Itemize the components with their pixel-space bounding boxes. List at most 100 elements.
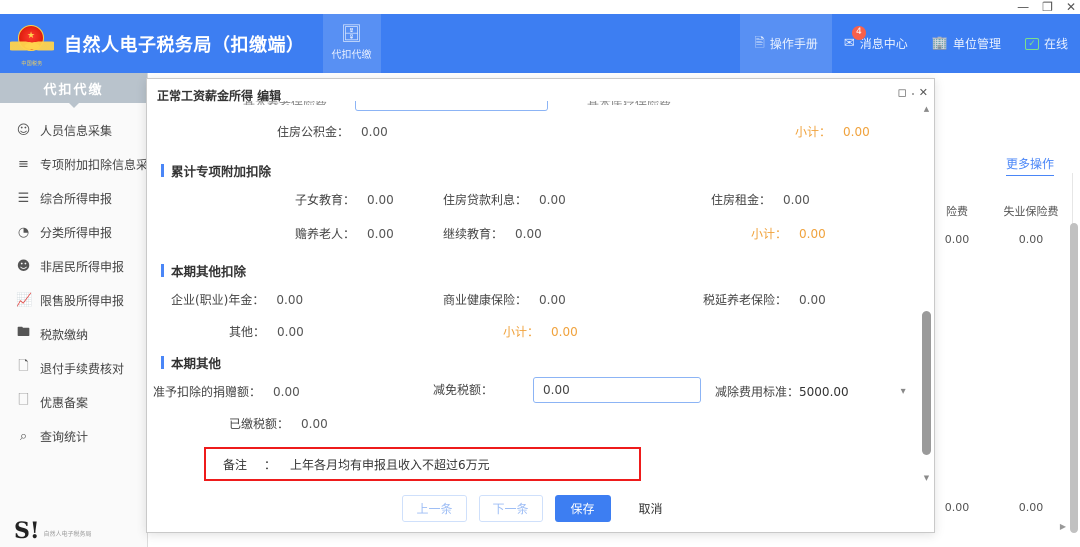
dialog-scrollbar[interactable]: ▲ ▼: [922, 105, 931, 482]
edit-dialog: 正常工资薪金所得 编辑 ◻ ✕ 基本养老保险费 基本医疗保险费 住房公积金 ： …: [146, 78, 935, 533]
sidebar-item-preferential-filing[interactable]: 🗌 优惠备案: [0, 385, 147, 419]
page-scrollbar[interactable]: [1070, 223, 1078, 533]
field-continuing-education: 继续教育 ： 0.00: [443, 226, 542, 242]
field-value: 0.00: [273, 384, 300, 399]
save-button[interactable]: 保存: [554, 494, 611, 522]
application-window: — ❐ ✕ ★ 中国税务 自然人电子税务局（扣缴端） 🗄 代扣代缴 🖹 操作手册…: [0, 0, 1080, 547]
background-table-header: 险费 失业保险费 0.00 0.00: [920, 203, 1080, 246]
footer-mark: S!: [14, 518, 40, 544]
section-bar: [161, 264, 164, 277]
action-unit-label: 单位管理: [952, 37, 1001, 51]
field-label: 小计: [751, 227, 776, 241]
sidebar-item-comprehensive[interactable]: ☰ 综合所得申报: [0, 181, 147, 215]
sidebar-item-nonresident[interactable]: ☻ 非居民所得申报: [0, 249, 147, 283]
sidebar-item-restricted-shares[interactable]: 📈 限售股所得申报: [0, 283, 147, 317]
more-operations-link[interactable]: 更多操作: [1005, 155, 1054, 176]
sidebar-item-fee-refund[interactable]: 🗋 退付手续费核对: [0, 351, 147, 385]
dialog-restore-icon[interactable]: ◻: [898, 86, 907, 99]
table-cell: 0.00: [1018, 501, 1044, 514]
field-deductible-donation: 准予扣除的捐赠额 ： 0.00: [153, 384, 300, 400]
dialog-footer: 上一条 下一条 保存 取消: [147, 484, 934, 532]
action-message-center[interactable]: ✉ 4 消息中心: [832, 14, 920, 73]
clipped-input[interactable]: [355, 101, 548, 111]
footer-text: 自然人电子税务局: [43, 531, 92, 538]
action-online-status[interactable]: ✓ 在线: [1013, 14, 1080, 73]
field-value: 0.00: [276, 292, 304, 307]
clipped-label-right: 基本医疗保险费: [587, 101, 671, 105]
chevron-down-icon[interactable]: ▾: [901, 386, 906, 397]
deduction-standard-select[interactable]: 减除费用标准 ： 5000.00 ▾: [715, 383, 906, 400]
sidebar-item-classified[interactable]: ◔ 分类所得申报: [0, 215, 147, 249]
field-label: 税延养老保险: [703, 293, 776, 307]
field-label: 已缴税额: [229, 417, 278, 431]
field-value: 0.00: [783, 192, 810, 207]
restore-icon[interactable]: ❐: [1042, 0, 1053, 14]
sidebar-item-label: 税款缴纳: [40, 327, 89, 342]
dialog-controls: ◻ ✕: [898, 86, 928, 99]
user-arrow-icon: ☻: [16, 258, 31, 274]
field-label: 小计: [503, 325, 528, 339]
field-value: 0.00: [277, 324, 304, 339]
section-title: 本期其他: [171, 356, 222, 371]
scroll-right-icon[interactable]: ▶: [1060, 522, 1066, 531]
sidebar-item-label: 非居民所得申报: [40, 259, 125, 274]
field-label: 减除费用标准: [715, 385, 788, 399]
sidebar-footer-logo: S! 自然人电子税务局: [14, 518, 92, 544]
sidebar-item-label: 查询统计: [40, 429, 89, 444]
sidebar-item-query-statistics[interactable]: ⌕ 查询统计: [0, 419, 147, 453]
clipped-label-left: 基本养老保险费: [243, 101, 327, 105]
section-heading-cumulative: 累计专项附加扣除: [161, 161, 271, 180]
background-table-bottom: 0.00 0.00: [920, 501, 1080, 514]
field-value: 0.00: [515, 226, 542, 241]
action-manual[interactable]: 🖹 操作手册: [740, 14, 832, 73]
sidebar-item-special-deduction[interactable]: ≡ 专项附加扣除信息采集: [0, 147, 160, 181]
document-icon: 🖹: [754, 36, 765, 51]
action-online-label: 在线: [1043, 37, 1068, 51]
scrollbar-thumb[interactable]: [922, 311, 931, 455]
field-subtotal-cumulative: 小计 ： 0.00: [751, 226, 826, 242]
sidebar-item-label: 优惠备案: [40, 395, 89, 410]
folder-icon: 🖿: [16, 325, 30, 340]
prev-button[interactable]: 上一条: [402, 494, 467, 522]
field-label: 商业健康保险: [443, 293, 516, 307]
field-commercial-health-insurance: 商业健康保险 ： 0.00: [443, 292, 566, 308]
remark-highlight-box: 备注 ： 上年各月均有申报且收入不超过6万元: [204, 447, 641, 481]
field-deferred-pension-insurance: 税延养老保险 ： 0.00: [703, 292, 826, 308]
field-value: 0.00: [539, 292, 566, 307]
field-label: 小计: [795, 125, 820, 139]
minimize-icon[interactable]: —: [1017, 0, 1029, 14]
sidebar-item-tax-payment[interactable]: 🖿 税款缴纳: [0, 317, 147, 351]
field-value: 0.00: [551, 324, 578, 339]
remark-value: 上年各月均有申报且收入不超过6万元: [290, 457, 490, 472]
cancel-button[interactable]: 取消: [623, 495, 679, 522]
sidebar-item-label: 限售股所得申报: [40, 293, 125, 308]
action-unit-management[interactable]: 🏢 单位管理: [920, 14, 1013, 73]
tax-reduction-input[interactable]: 0.00: [533, 377, 701, 403]
next-button[interactable]: 下一条: [478, 494, 543, 522]
search-list-icon: ⌕: [19, 428, 28, 444]
table-row: 0.00 0.00: [920, 233, 1080, 246]
scroll-down-icon[interactable]: ▼: [922, 474, 931, 482]
field-annuity: 企业(职业)年金 ： 0.00: [171, 292, 304, 308]
field-value: 0.00: [367, 226, 394, 241]
sidebar-item-label: 分类所得申报: [40, 225, 113, 240]
field-paid-tax: 已缴税额 ： 0.00: [229, 416, 328, 432]
emblem-caption: 中国税务: [21, 60, 43, 67]
tab-withholding[interactable]: 🗄 代扣代缴: [322, 14, 381, 73]
field-value: 0.00: [799, 292, 826, 307]
close-icon[interactable]: ✕: [1066, 0, 1076, 14]
field-housing-fund: 住房公积金 ： 0.00: [277, 124, 388, 140]
field-subtotal-insurance: 小计 ： 0.00: [795, 124, 870, 140]
scroll-up-icon[interactable]: ▲: [922, 105, 931, 113]
action-manual-label: 操作手册: [769, 37, 818, 51]
dialog-close-icon[interactable]: ✕: [919, 86, 928, 99]
sidebar-item-label: 专项附加扣除信息采集: [40, 157, 161, 172]
national-emblem-icon: ★ 中国税务: [10, 22, 54, 67]
column-header: 失业保险费: [1003, 205, 1059, 218]
section-heading-other-deduction: 本期其他扣除: [161, 261, 246, 280]
sidebar-item-personnel[interactable]: ☺ 人员信息采集: [0, 113, 147, 147]
app-header: ★ 中国税务 自然人电子税务局（扣缴端） 🗄 代扣代缴 🖹 操作手册 ✉ 4 消…: [0, 14, 1080, 73]
field-subtotal-other-deduction: 小计 ： 0.00: [503, 324, 578, 340]
field-value: 0.00: [367, 192, 394, 207]
header-actions: 🖹 操作手册 ✉ 4 消息中心 🏢 单位管理 ✓ 在线: [740, 14, 1080, 73]
